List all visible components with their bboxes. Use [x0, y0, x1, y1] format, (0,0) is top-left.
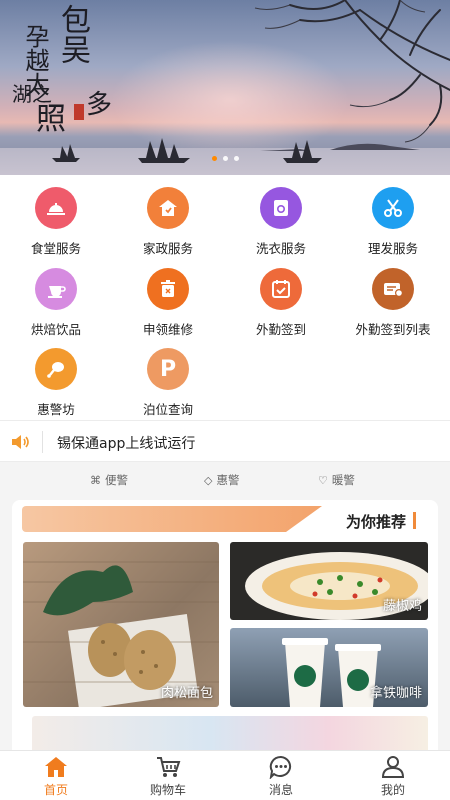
nav-label: 购物车	[149, 783, 186, 797]
user-icon	[381, 756, 405, 778]
service-label: 申领维修	[142, 322, 193, 337]
command-icon: ⌘	[90, 473, 101, 487]
service-label: 外勤签到	[255, 322, 306, 337]
carousel-dot[interactable]	[222, 156, 228, 161]
carousel-dot[interactable]	[211, 156, 217, 161]
service-label: 家政服务	[142, 241, 193, 256]
carousel-indicator[interactable]	[0, 156, 450, 161]
bottom-nav: 首页 购物车 消息 我的	[0, 750, 450, 800]
house-icon	[147, 187, 189, 229]
list-card-icon	[372, 268, 414, 310]
notice-text[interactable]: 锡保通app上线试运行	[57, 433, 195, 453]
nav-home[interactable]: 首页	[0, 755, 112, 798]
nav-label: 消息	[268, 783, 293, 797]
recommend-title: 为你推荐	[345, 513, 406, 531]
service-haircut[interactable]: 理发服务	[337, 187, 449, 257]
service-canteen[interactable]: 食堂服务	[0, 187, 112, 257]
parking-icon: P	[147, 348, 189, 390]
service-label: 泊位查询	[142, 402, 193, 417]
recommend-header-stripe	[22, 506, 322, 532]
speaker-icon	[12, 435, 29, 449]
recommend-item-caption: 藤椒鸡	[382, 599, 422, 614]
notice-bar[interactable]: 锡保通app上线试运行	[0, 420, 450, 462]
nav-cart[interactable]: 购物车	[112, 755, 224, 798]
recommend-item-caption: 拿铁咖啡	[369, 686, 422, 701]
carousel-dot[interactable]	[233, 156, 239, 161]
service-label: 惠警坊	[37, 402, 75, 417]
recommend-title-bar	[413, 512, 416, 529]
nav-profile[interactable]: 我的	[337, 755, 449, 798]
calligraphy-line1: 包吴	[55, 4, 90, 64]
chicken-leg-icon	[35, 348, 77, 390]
service-label: 外勤签到列表	[355, 322, 431, 337]
tag-label: 惠警	[216, 473, 240, 487]
banner-carousel[interactable]: 包吴 孕越太 湖之 照 多	[0, 0, 450, 175]
message-icon	[269, 755, 292, 779]
calligraphy-line5: 多	[86, 90, 113, 120]
cart-icon	[157, 757, 181, 777]
service-label: 理发服务	[367, 241, 418, 256]
tag-huijing[interactable]: ◇ 惠警	[204, 472, 239, 488]
service-housekeeping[interactable]: 家政服务	[112, 187, 224, 257]
service-grid: 食堂服务 家政服务 洗衣服务 理发服务 烘焙饮品 申领维修 外勤签到 外勤签到列…	[0, 175, 450, 420]
service-checkin-list[interactable]: 外勤签到列表	[337, 268, 449, 338]
tag-row: ⌘ 便警 ◇ 惠警 ♡ 暖警	[0, 464, 450, 494]
tag-label: 暖警	[331, 473, 355, 487]
tag-icon: ◇	[204, 473, 213, 487]
tag-nuanjing[interactable]: ♡ 暖警	[318, 472, 355, 488]
service-label: 烘焙饮品	[30, 322, 81, 337]
cloche-icon	[35, 187, 77, 229]
notice-divider	[42, 431, 43, 453]
recommend-item-chicken[interactable]: 藤椒鸡	[230, 542, 428, 620]
coffee-cup-icon	[35, 268, 77, 310]
scissors-icon	[372, 187, 414, 229]
service-repair[interactable]: 申领维修	[112, 268, 224, 338]
service-checkin[interactable]: 外勤签到	[225, 268, 337, 338]
recommend-item-caption: 肉松面包	[160, 686, 213, 701]
service-label: 食堂服务	[30, 241, 81, 256]
calligraphy-line4: 照	[36, 102, 66, 137]
app-screen: 包吴 孕越太 湖之 照 多 食堂服务 家政服务 洗衣服务 理发服务 烘焙饮品 申…	[0, 0, 450, 800]
tag-label: 便警	[105, 473, 128, 487]
service-parking[interactable]: P 泊位查询	[112, 348, 224, 418]
nav-label: 我的	[380, 783, 405, 797]
heart-icon: ♡	[318, 473, 328, 487]
recommend-section: 为你推荐 肉松面包 藤椒鸡 拿铁咖啡	[12, 500, 438, 760]
tag-bianjing[interactable]: ⌘ 便警	[90, 472, 128, 488]
home-icon	[45, 757, 67, 777]
washing-machine-icon	[260, 187, 302, 229]
service-laundry[interactable]: 洗衣服务	[225, 187, 337, 257]
banner-calligraphy: 包吴 孕越太 湖之 照 多	[10, 4, 130, 144]
calendar-check-icon	[260, 268, 302, 310]
service-label: 洗衣服务	[255, 241, 306, 256]
recommend-item-bread[interactable]: 肉松面包	[23, 542, 219, 707]
nav-label: 首页	[43, 783, 68, 797]
service-police-benefit[interactable]: 惠警坊	[0, 348, 112, 418]
recommend-item-latte[interactable]: 拿铁咖啡	[230, 628, 428, 707]
trash-can-icon	[147, 268, 189, 310]
nav-messages[interactable]: 消息	[225, 755, 337, 798]
service-bakery[interactable]: 烘焙饮品	[0, 268, 112, 338]
